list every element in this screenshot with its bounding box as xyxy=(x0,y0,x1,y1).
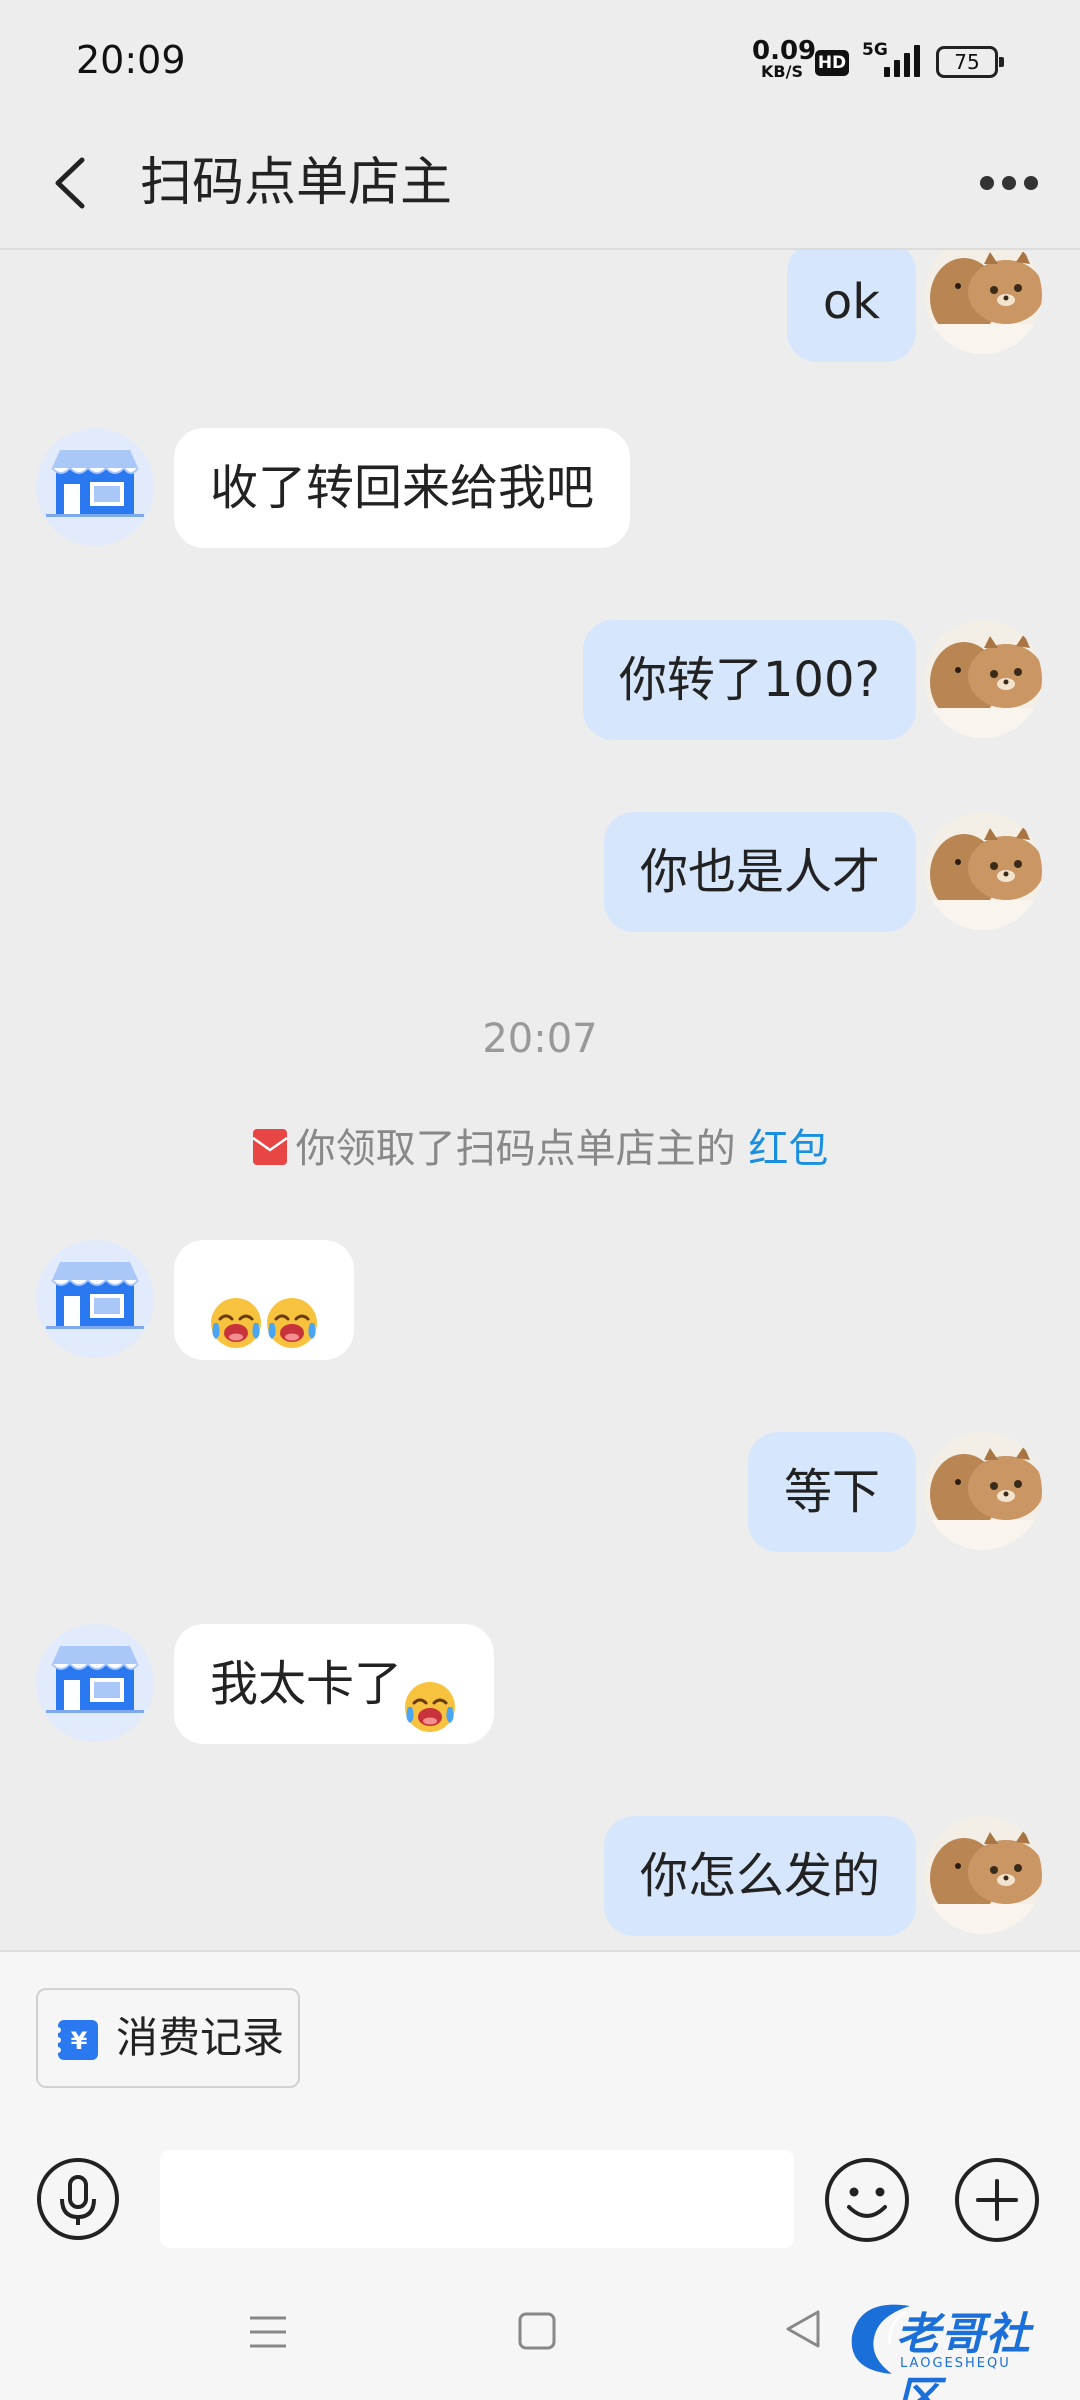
triangle-back-icon xyxy=(786,2310,820,2348)
incoming-message-bubble[interactable]: 我太卡了 xyxy=(174,1624,495,1744)
red-packet-link[interactable]: 红包 xyxy=(748,1126,828,1172)
chip-label: 消费记录 xyxy=(116,2013,285,2062)
watermark-subtext: LAOGESHEQU xyxy=(900,2356,1011,2371)
more-dots-icon xyxy=(980,176,1038,190)
back-button[interactable] xyxy=(44,148,104,218)
cat-avatar-icon xyxy=(924,1432,1042,1550)
cat-avatar-icon xyxy=(924,250,1042,354)
incoming-emoji-bubble[interactable] xyxy=(174,1240,354,1360)
home-button[interactable] xyxy=(514,2308,560,2358)
user-avatar[interactable] xyxy=(924,1432,1042,1550)
status-bar: 20:09 0.09 KB/S HD 5G 75 xyxy=(0,0,1080,120)
back-navigation-button[interactable] xyxy=(780,2306,826,2356)
storefront-icon xyxy=(36,1240,154,1358)
more-options-button[interactable] xyxy=(974,158,1044,208)
network-speed-value: 0.09 xyxy=(752,36,817,66)
emoji-button[interactable] xyxy=(824,2157,910,2243)
storefront-icon xyxy=(36,1624,154,1742)
message-text: ok xyxy=(822,274,880,330)
voice-input-button[interactable] xyxy=(36,2157,120,2241)
shop-avatar[interactable] xyxy=(36,1240,154,1358)
cat-avatar-icon xyxy=(924,620,1042,738)
red-envelope-icon xyxy=(251,1129,288,1165)
shop-avatar[interactable] xyxy=(36,428,154,546)
status-time: 20:09 xyxy=(76,38,186,82)
notice-text: 你领取了扫码点单店主的 xyxy=(295,1126,736,1172)
message-text: 我太卡了 xyxy=(210,1656,403,1712)
smiley-icon xyxy=(825,2158,909,2242)
input-area: ¥ 消费记录 xyxy=(0,1950,1080,2270)
user-avatar[interactable] xyxy=(924,812,1042,930)
signal-icon xyxy=(884,45,924,77)
outgoing-message-bubble[interactable]: 你怎么发的 xyxy=(603,1816,916,1936)
message-timestamp: 20:07 xyxy=(482,1016,598,1062)
cat-avatar-icon xyxy=(924,812,1042,930)
incoming-message-bubble[interactable]: 收了转回来给我吧 xyxy=(174,428,631,548)
chat-title: 扫码点单店主 xyxy=(140,153,453,213)
crying-laughing-face-icon xyxy=(211,1298,261,1348)
plus-circle-icon xyxy=(955,2158,1039,2242)
outgoing-message-bubble[interactable]: ok xyxy=(786,250,916,362)
chevron-left-icon xyxy=(55,157,85,209)
outgoing-message-bubble[interactable]: 你也是人才 xyxy=(603,812,916,932)
microphone-icon xyxy=(37,2158,119,2240)
message-text: 等下 xyxy=(783,1464,880,1520)
outgoing-message-bubble[interactable]: 你转了100? xyxy=(582,620,916,740)
consumption-record-chip[interactable]: ¥ 消费记录 xyxy=(36,1988,300,2088)
message-text: 你怎么发的 xyxy=(639,1848,880,1904)
red-packet-notice: 你领取了扫码点单店主的 红包 xyxy=(0,1116,1080,1174)
message-input[interactable] xyxy=(160,2150,794,2248)
message-list[interactable]: ok 收了转回来给我吧 你转了100? 你也是人才 20:07 你领取了扫码点单… xyxy=(0,250,1080,1950)
message-text: 你转了100? xyxy=(618,652,880,708)
message-text: 收了转回来给我吧 xyxy=(210,460,595,516)
network-speed: 0.09 KB/S xyxy=(752,36,817,81)
menu-lines-icon xyxy=(250,2316,286,2348)
user-avatar[interactable] xyxy=(924,1816,1042,1934)
outgoing-message-bubble[interactable]: 等下 xyxy=(747,1432,916,1552)
chat-screen: 20:09 0.09 KB/S HD 5G 75 扫码点单店主 ok 收了转回来… xyxy=(0,0,1080,2400)
svg-text:¥: ¥ xyxy=(71,2027,88,2055)
receipt-yuan-icon: ¥ xyxy=(56,2020,98,2060)
storefront-icon xyxy=(36,428,154,546)
crying-laughing-face-icon xyxy=(405,1682,456,1732)
cat-avatar-icon xyxy=(924,1816,1042,1934)
crying-laughing-emoji-icon xyxy=(208,1275,264,1348)
chat-header: 扫码点单店主 xyxy=(0,120,1080,250)
message-text: 你也是人才 xyxy=(639,844,880,900)
crying-laughing-emoji-icon xyxy=(402,1659,458,1732)
battery-level: 75 xyxy=(954,50,980,74)
shop-avatar[interactable] xyxy=(36,1624,154,1742)
recent-apps-button[interactable] xyxy=(246,2310,290,2358)
hd-badge: HD xyxy=(815,50,849,76)
more-functions-button[interactable] xyxy=(954,2157,1040,2243)
watermark-logo: 老哥社区 LAOGESHEQU xyxy=(840,2292,1070,2400)
network-speed-unit: KB/S xyxy=(761,62,803,81)
battery-icon: 75 xyxy=(936,46,1004,78)
square-home-icon xyxy=(518,2312,556,2350)
crying-laughing-emoji-icon xyxy=(264,1275,320,1348)
user-avatar[interactable] xyxy=(924,250,1042,354)
crying-laughing-face-icon xyxy=(267,1298,317,1348)
user-avatar[interactable] xyxy=(924,620,1042,738)
watermark-text: 老哥社区 xyxy=(896,2309,1031,2400)
system-navigation-bar: 老哥社区 LAOGESHEQU xyxy=(0,2270,1080,2400)
